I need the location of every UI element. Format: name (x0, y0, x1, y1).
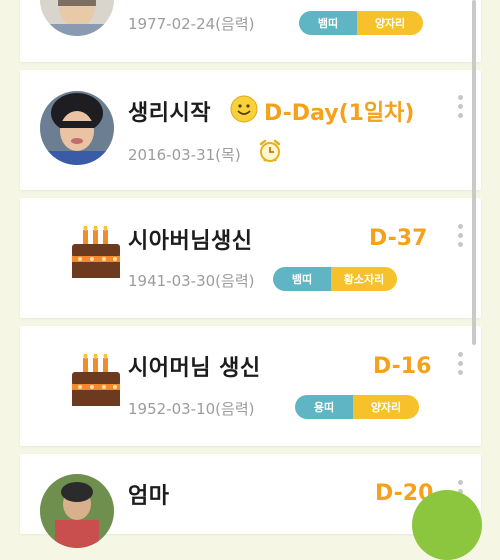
dday-label: D-16 (373, 354, 432, 379)
birthday-cake-icon (70, 353, 122, 408)
zodiac-label: 용띠 (295, 395, 353, 419)
smiley-icon (230, 95, 258, 123)
avatar (40, 474, 114, 548)
more-options-icon[interactable] (457, 352, 463, 375)
entry-card[interactable]: 생리시작 D-Day(1일차) 2016-03-31(목) (20, 70, 481, 190)
entry-date: 1977-02-24(음력) (128, 15, 255, 33)
sign-label: 양자리 (353, 395, 419, 419)
entry-card[interactable]: 시어머님 생신 D-16 1952-03-10(음력) 용띠 양자리 (20, 326, 481, 446)
entry-card[interactable]: 1977-02-24(음력) 뱀띠 양자리 (20, 0, 481, 62)
sign-label: 황소자리 (331, 267, 397, 291)
entry-date: 2016-03-31(목) (128, 146, 241, 164)
dday-label: D-37 (369, 226, 428, 251)
zodiac-badge: 뱀띠 황소자리 (273, 267, 397, 291)
entry-date: 1952-03-10(음력) (128, 400, 255, 418)
alarm-clock-icon (257, 138, 283, 164)
avatar (40, 0, 114, 36)
zodiac-badge: 용띠 양자리 (295, 395, 419, 419)
entry-title: 엄마 (128, 484, 170, 509)
floating-action-button[interactable] (412, 490, 482, 560)
birthday-cake-icon (70, 225, 122, 280)
entry-title: 생리시작 (128, 101, 211, 126)
zodiac-label: 뱀띠 (273, 267, 331, 291)
entry-title: 시아버님생신 (128, 229, 253, 254)
scrollbar[interactable] (472, 0, 476, 345)
sign-label: 양자리 (357, 11, 423, 35)
more-options-icon[interactable] (457, 224, 463, 247)
zodiac-label: 뱀띠 (299, 11, 357, 35)
entry-title: 시어머님 생신 (128, 356, 261, 381)
entry-card[interactable]: 시아버님생신 D-37 1941-03-30(음력) 뱀띠 황소자리 (20, 198, 481, 318)
more-options-icon[interactable] (457, 95, 463, 118)
entry-date: 1941-03-30(음력) (128, 272, 255, 290)
zodiac-badge: 뱀띠 양자리 (299, 11, 423, 35)
avatar (40, 91, 114, 165)
dday-label: D-Day(1일차) (264, 101, 415, 126)
